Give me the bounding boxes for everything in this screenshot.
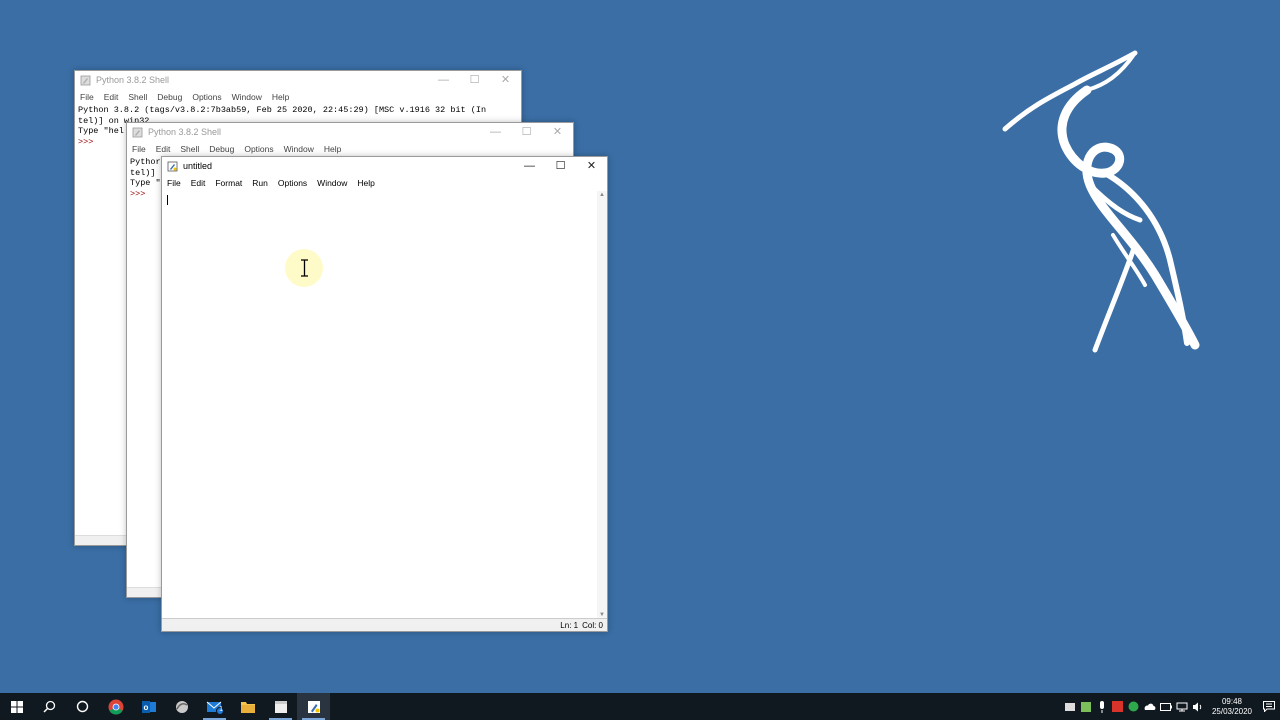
close-button[interactable]: ✕ xyxy=(490,71,521,89)
menu-bar: File Edit Format Run Options Window Help xyxy=(162,175,607,191)
menu-run[interactable]: Run xyxy=(247,178,273,188)
window-title: Python 3.8.2 Shell xyxy=(96,75,170,85)
idle-editor-icon xyxy=(167,161,178,171)
idle-app-icon xyxy=(132,127,143,137)
onedrive-icon[interactable] xyxy=(1142,693,1158,720)
menu-bar: File Edit Shell Debug Options Window Hel… xyxy=(127,141,573,157)
desktop: Python 3.8.2 Shell — ☐ ✕ File Edit Shell… xyxy=(0,0,1280,693)
shell-line-3: Type " xyxy=(130,178,161,188)
ibeam-cursor-icon xyxy=(301,259,308,277)
status-column: Col: 0 xyxy=(582,620,603,630)
tray-app-icon-3[interactable] xyxy=(1110,693,1126,720)
maximize-button[interactable]: ☐ xyxy=(459,71,490,89)
mail-icon[interactable]: 1 xyxy=(198,693,231,720)
file-explorer-icon[interactable] xyxy=(231,693,264,720)
menu-shell[interactable]: Shell xyxy=(123,92,152,102)
clock-date: 25/03/2020 xyxy=(1211,706,1252,716)
maximize-button[interactable]: ☐ xyxy=(545,157,576,175)
shell-prompt: >>> xyxy=(78,136,94,147)
menu-edit[interactable]: Edit xyxy=(186,178,211,188)
battery-icon[interactable] xyxy=(1158,693,1174,720)
menu-window[interactable]: Window xyxy=(227,92,267,102)
outlook-icon[interactable]: o xyxy=(132,693,165,720)
menu-debug[interactable]: Debug xyxy=(204,144,239,154)
shell-output[interactable]: Pythor tel)] Type " >>> xyxy=(130,157,161,199)
title-bar[interactable]: Python 3.8.2 Shell — ☐ ✕ xyxy=(127,123,573,141)
title-bar[interactable]: Python 3.8.2 Shell — ☐ ✕ xyxy=(75,71,521,89)
menu-window[interactable]: Window xyxy=(312,178,352,188)
vpn-icon[interactable] xyxy=(165,693,198,720)
taskbar-clock[interactable]: 09:48 25/03/2020 xyxy=(1212,697,1252,717)
tray-app-icon-2[interactable] xyxy=(1078,693,1094,720)
menu-file[interactable]: File xyxy=(75,92,99,102)
shell-prompt: >>> xyxy=(130,188,146,199)
menu-shell[interactable]: Shell xyxy=(175,144,204,154)
microphone-icon[interactable] xyxy=(1094,693,1110,720)
menu-format[interactable]: Format xyxy=(210,178,247,188)
menu-edit[interactable]: Edit xyxy=(151,144,176,154)
vertical-scrollbar[interactable]: ▲ ▼ xyxy=(597,191,607,619)
menu-window[interactable]: Window xyxy=(279,144,319,154)
heron-logo xyxy=(1002,50,1200,353)
network-icon[interactable] xyxy=(1174,693,1190,720)
shell-line-3: Type "hel xyxy=(78,126,124,136)
text-caret xyxy=(167,195,168,205)
menu-options[interactable]: Options xyxy=(187,92,226,102)
code-editor-area[interactable] xyxy=(163,191,597,619)
menu-file[interactable]: File xyxy=(127,144,151,154)
title-bar[interactable]: untitled — ☐ ✕ xyxy=(162,157,607,175)
scroll-up-icon[interactable]: ▲ xyxy=(599,192,605,198)
minimize-button[interactable]: — xyxy=(480,123,511,141)
windows-start-icon[interactable] xyxy=(0,693,33,720)
chrome-icon[interactable] xyxy=(99,693,132,720)
status-bar: Ln: 1 Col: 0 xyxy=(162,618,607,631)
maximize-button[interactable]: ☐ xyxy=(511,123,542,141)
window-title: untitled xyxy=(183,161,213,171)
menu-options[interactable]: Options xyxy=(273,178,312,188)
minimize-button[interactable]: — xyxy=(428,71,459,89)
shell-line-1: Python 3.8.2 (tags/v3.8.2:7b3ab59, Feb 2… xyxy=(78,105,487,115)
action-center-icon[interactable] xyxy=(1258,693,1280,720)
menu-help[interactable]: Help xyxy=(267,92,294,102)
menu-bar: File Edit Shell Debug Options Window Hel… xyxy=(75,89,521,105)
idle-shell-taskbar-icon[interactable] xyxy=(264,693,297,720)
clock-time: 09:48 xyxy=(1221,696,1242,706)
system-tray: 09:48 25/03/2020 xyxy=(1062,693,1280,720)
menu-debug[interactable]: Debug xyxy=(152,92,187,102)
taskbar: o 1 09:48 25/03/2020 xyxy=(0,693,1280,720)
menu-file[interactable]: File xyxy=(162,178,186,188)
minimize-button[interactable]: — xyxy=(514,157,545,175)
idle-app-icon xyxy=(80,75,91,85)
idle-editor-taskbar-icon[interactable] xyxy=(297,693,330,720)
outlook-badge: 1 xyxy=(219,706,223,713)
volume-icon[interactable] xyxy=(1190,693,1206,720)
close-button[interactable]: ✕ xyxy=(542,123,573,141)
cortana-icon[interactable] xyxy=(66,693,99,720)
shell-line-2: tel)] xyxy=(130,167,156,178)
close-button[interactable]: ✕ xyxy=(576,157,607,175)
status-line: Ln: 1 xyxy=(560,620,579,630)
tray-app-icon-4[interactable] xyxy=(1126,693,1142,720)
tray-app-icon-1[interactable] xyxy=(1062,693,1078,720)
svg-text:o: o xyxy=(143,703,148,712)
untitled-editor-window[interactable]: untitled — ☐ ✕ File Edit Format Run Opti… xyxy=(161,156,608,632)
shell-line-1: Pythor xyxy=(130,157,161,167)
menu-edit[interactable]: Edit xyxy=(99,92,124,102)
menu-options[interactable]: Options xyxy=(239,144,278,154)
search-icon[interactable] xyxy=(33,693,66,720)
menu-help[interactable]: Help xyxy=(319,144,346,154)
window-title: Python 3.8.2 Shell xyxy=(148,127,222,137)
menu-help[interactable]: Help xyxy=(352,178,379,188)
